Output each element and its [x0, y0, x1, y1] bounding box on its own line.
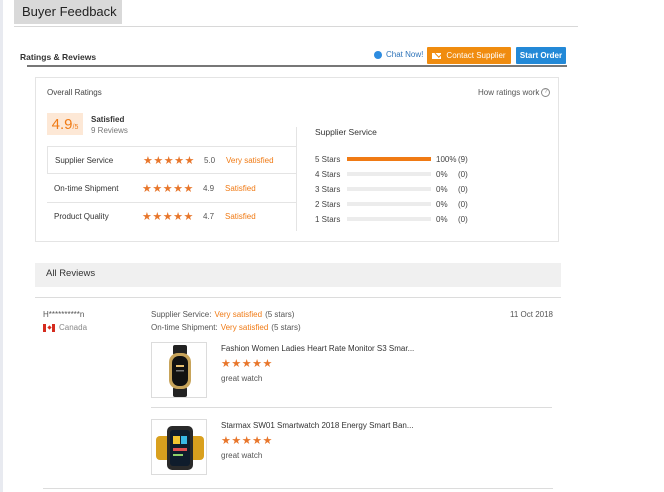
- star-rating-icon: ★★★★★: [143, 154, 195, 167]
- bar-percent: 0%: [436, 185, 448, 194]
- product-title-link[interactable]: Fashion Women Ladies Heart Rate Monitor …: [221, 344, 414, 353]
- bar-count: (0): [458, 215, 468, 224]
- rating-text: Satisfied: [225, 183, 256, 193]
- page-left-edge: [0, 0, 3, 492]
- product-divider: [151, 407, 552, 408]
- ratings-reviews-title: Ratings & Reviews: [20, 52, 97, 62]
- product-star-rating-icon: ★★★★★: [221, 435, 273, 447]
- star-rating-icon: ★★★★★: [142, 182, 194, 195]
- rating-text: Very satisfied: [226, 155, 274, 165]
- chat-now-label: Chat Now!: [386, 50, 424, 59]
- contact-supplier-button[interactable]: Contact Supplier: [427, 47, 511, 64]
- chat-now-link[interactable]: Chat Now!: [374, 50, 423, 59]
- bar-track: [347, 217, 431, 221]
- bar-count: (0): [458, 170, 468, 179]
- bar-fill: [347, 157, 431, 161]
- help-icon: ?: [541, 88, 551, 97]
- rating-label: Supplier Service: [55, 155, 114, 165]
- bar-percent: 0%: [436, 170, 448, 179]
- canada-flag-icon: [43, 323, 55, 332]
- bar-count: (0): [458, 185, 468, 194]
- meta-stars: (5 stars): [271, 323, 301, 332]
- review-product-item: Starmax SW01 Smartwatch 2018 Energy Smar…: [151, 419, 525, 479]
- bar-track: [347, 172, 431, 176]
- country-label: Canada: [59, 323, 88, 332]
- reviewer-name: H**********n: [43, 310, 85, 319]
- meta-value: Very satisfied: [214, 310, 263, 319]
- bar-label: 2 Stars: [315, 200, 341, 209]
- section-divider: [27, 65, 567, 67]
- buyer-feedback-tab[interactable]: Buyer Feedback: [14, 0, 122, 24]
- meta-label: Supplier Service:: [151, 310, 212, 319]
- bar-label: 5 Stars: [315, 155, 341, 164]
- vertical-divider: [296, 127, 297, 231]
- bar-row-2-stars: 2 Stars 0% (0): [315, 197, 485, 212]
- bar-track: [347, 187, 431, 191]
- rating-row-on-time-shipment: On-time Shipment ★★★★★ 4.9 Satisfied: [47, 174, 297, 202]
- bar-track: [347, 202, 431, 206]
- supplier-service-bars: 5 Stars 100% (9) 4 Stars 0% (0) 3 Stars …: [315, 152, 485, 227]
- rating-score: 5.0: [204, 155, 216, 165]
- reviews-count: 9 Reviews: [91, 126, 128, 135]
- review-date: 11 Oct 2018: [510, 310, 553, 319]
- rating-score: 4.7: [203, 212, 215, 221]
- rating-label: Product Quality: [54, 212, 109, 221]
- product-star-rating-icon: ★★★★★: [221, 358, 273, 370]
- all-reviews-header: All Reviews: [35, 263, 561, 287]
- contact-supplier-label: Contact Supplier: [446, 51, 506, 60]
- smartwatch-image-icon: [169, 345, 191, 397]
- bar-percent: 0%: [436, 200, 448, 209]
- rating-row-product-quality: Product Quality ★★★★★ 4.7 Satisfied: [47, 202, 297, 230]
- reviews-divider: [35, 297, 561, 298]
- overall-status: Satisfied: [91, 115, 125, 124]
- overall-score: 4.9: [51, 116, 73, 133]
- rating-text: Satisfied: [225, 212, 256, 221]
- review-on-time-shipment: On-time Shipment: Very satisfied (5 stars): [151, 323, 301, 332]
- bar-label: 3 Stars: [315, 185, 341, 194]
- supplier-service-title: Supplier Service: [315, 127, 377, 137]
- bar-row-1-stars: 1 Stars 0% (0): [315, 212, 485, 227]
- review-supplier-service: Supplier Service: Very satisfied (5 stars): [151, 310, 294, 319]
- overall-score-badge: 4.9 /5: [47, 113, 83, 135]
- bar-row-3-stars: 3 Stars 0% (0): [315, 182, 485, 197]
- bar-count: (9): [458, 155, 468, 164]
- start-order-button[interactable]: Start Order: [516, 47, 566, 64]
- bar-percent: 0%: [436, 215, 448, 224]
- review-bottom-divider: [43, 488, 553, 489]
- how-ratings-label: How ratings work: [478, 88, 540, 97]
- bar-label: 4 Stars: [315, 170, 341, 179]
- meta-value: Very satisfied: [220, 323, 269, 332]
- bar-row-4-stars: 4 Stars 0% (0): [315, 167, 485, 182]
- meta-label: On-time Shipment:: [151, 323, 218, 332]
- bar-track: [347, 157, 431, 161]
- overall-score-suffix: /5: [72, 124, 79, 131]
- reviewer-country: Canada: [43, 323, 87, 332]
- bar-percent: 100%: [436, 155, 457, 164]
- how-ratings-work-link[interactable]: How ratings work ?: [478, 88, 551, 97]
- bar-row-5-stars: 5 Stars 100% (9): [315, 152, 485, 167]
- bar-label: 1 Stars: [315, 215, 341, 224]
- product-thumbnail[interactable]: [151, 419, 207, 475]
- meta-stars: (5 stars): [265, 310, 295, 319]
- review-product-item: Fashion Women Ladies Heart Rate Monitor …: [151, 342, 525, 402]
- overall-ratings-title: Overall Ratings: [47, 88, 102, 97]
- rating-score: 4.9: [203, 183, 215, 193]
- rating-label: On-time Shipment: [54, 183, 119, 193]
- chat-icon: [374, 50, 382, 59]
- product-title-link[interactable]: Starmax SW01 Smartwatch 2018 Energy Smar…: [221, 421, 414, 430]
- rating-row-supplier-service: Supplier Service ★★★★★ 5.0 Very satisfie…: [47, 146, 297, 174]
- rating-breakdown-table: Supplier Service ★★★★★ 5.0 Very satisfie…: [47, 146, 297, 230]
- smartwatch-image-icon: [156, 426, 204, 470]
- page-divider: [14, 26, 578, 27]
- star-rating-icon: ★★★★★: [142, 211, 194, 223]
- product-thumbnail[interactable]: [151, 342, 207, 398]
- mail-icon: [432, 52, 442, 59]
- product-comment: great watch: [221, 374, 263, 383]
- product-comment: great watch: [221, 451, 263, 460]
- bar-count: (0): [458, 200, 468, 209]
